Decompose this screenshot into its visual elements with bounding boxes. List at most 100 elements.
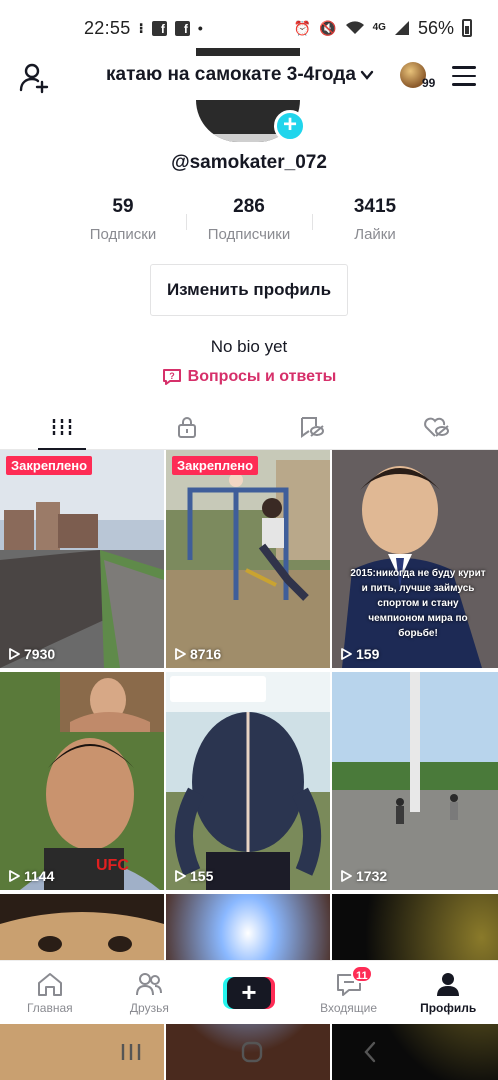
nav-label: Профиль — [420, 1000, 477, 1015]
views-value: 1144 — [24, 868, 55, 884]
friends-icon — [136, 972, 163, 995]
status-time: 22:55 — [84, 17, 131, 38]
pigtails-thumbnail — [166, 672, 330, 890]
play-icon — [341, 870, 352, 882]
nav-profile[interactable]: Профиль — [398, 961, 498, 1024]
tab-liked[interactable] — [374, 404, 498, 449]
svg-text:?: ? — [169, 371, 175, 381]
play-icon — [175, 648, 186, 660]
mute-icon: 🔇 — [319, 19, 337, 36]
tab-videos[interactable] — [0, 404, 125, 450]
profile-icon — [437, 972, 460, 996]
profile-tabs — [0, 404, 498, 450]
swing-thumbnail — [166, 450, 330, 668]
nav-label: Друзья — [129, 1000, 169, 1015]
wifi-icon — [345, 21, 364, 34]
qa-link[interactable]: ? Вопросы и ответы — [0, 368, 498, 386]
views-value: 155 — [190, 868, 214, 884]
views-count: 7930 — [8, 646, 55, 662]
lock-icon — [177, 416, 196, 438]
skatepark-thumbnail — [0, 450, 164, 668]
stat-value: 3415 — [353, 196, 397, 217]
views-value: 159 — [356, 646, 380, 662]
nav-label: Главная — [26, 1000, 73, 1015]
video-caption: 2015:никогда не буду курит и пить, лучше… — [350, 568, 486, 639]
views-value: 8716 — [190, 646, 222, 662]
field-thumbnail — [332, 672, 498, 890]
question-icon: ? — [162, 369, 181, 385]
qa-link-label: Вопросы и ответы — [187, 368, 337, 385]
stat-followers[interactable]: 286 Подписчики — [186, 196, 312, 243]
video-thumbnail[interactable]: 2015:никогда не буду курит и пить, лучше… — [332, 450, 498, 668]
nav-friends[interactable]: Друзья — [100, 961, 200, 1024]
views-count: 1144 — [8, 868, 54, 884]
coins-button[interactable]: 99 — [400, 62, 440, 94]
nav-home[interactable]: Главная — [0, 961, 100, 1024]
add-photo-button[interactable]: + — [274, 110, 306, 142]
svg-text:UFC: UFC — [96, 857, 129, 874]
nav-label: Входящие — [320, 1000, 378, 1015]
stat-following[interactable]: 59 Подписки — [60, 196, 186, 243]
views-count: 159 — [340, 646, 379, 662]
edit-profile-button[interactable]: Изменить профиль — [150, 264, 348, 316]
chevron-down-icon — [360, 70, 374, 80]
tab-favorites[interactable] — [249, 404, 374, 449]
heart-hidden-icon — [423, 417, 449, 437]
plus-icon: + — [226, 976, 271, 1009]
coin-count: 99 — [422, 76, 436, 90]
views-count: 1732 — [340, 868, 387, 884]
play-icon — [341, 648, 352, 660]
nav-inbox[interactable]: 11 Входящие — [299, 961, 399, 1024]
stat-label: Подписчики — [207, 226, 291, 243]
home-button-icon[interactable] — [241, 1041, 263, 1063]
play-icon — [9, 870, 20, 882]
inbox-badge: 11 — [350, 965, 373, 983]
notification-dot-icon: • — [197, 20, 203, 36]
account-switcher[interactable]: катаю на самокате 3-4года — [106, 64, 374, 86]
username: @samokater_072 — [171, 152, 327, 173]
facebook-icon: f — [174, 20, 190, 36]
alarm-icon: ⏰ — [293, 19, 312, 36]
views-value: 7930 — [24, 646, 56, 662]
pinned-badge: Закреплено — [6, 456, 93, 475]
video-thumbnail[interactable]: 155 — [166, 672, 330, 890]
steps-icon: ⁝ — [138, 19, 144, 36]
video-thumbnail[interactable]: Закреплено 7930 — [0, 450, 164, 668]
battery-percent: 56% — [417, 17, 454, 38]
views-count: 8716 — [174, 646, 221, 662]
views-value: 1732 — [356, 868, 388, 884]
signal-icon — [394, 21, 409, 35]
add-user-icon[interactable] — [18, 62, 50, 94]
video-thumbnail[interactable]: 1732 — [332, 672, 498, 890]
recent-apps-icon[interactable] — [120, 1042, 142, 1062]
video-thumbnail[interactable]: UFC 1144 — [0, 672, 164, 890]
views-count: 155 — [174, 868, 213, 884]
stat-value: 286 — [233, 196, 265, 217]
system-nav-bar — [0, 1024, 498, 1080]
bio: No bio yet — [210, 337, 288, 356]
profile-header: катаю на самокате 3-4года 99 — [0, 56, 498, 100]
ufc-selfie-thumbnail: UFC — [0, 672, 164, 890]
back-icon[interactable] — [362, 1041, 378, 1063]
grid-icon — [53, 418, 72, 435]
stat-label: Подписки — [89, 226, 157, 243]
nav-create[interactable]: + — [199, 961, 299, 1024]
profile-stats: 59 Подписки 286 Подписчики 3415 Лайки — [0, 196, 498, 243]
play-icon — [175, 870, 186, 882]
play-icon — [9, 648, 20, 660]
profile-name: катаю на самокате 3-4года — [106, 64, 356, 85]
bookmark-hidden-icon — [301, 416, 325, 438]
create-button[interactable]: + — [222, 976, 275, 1009]
video-thumbnail[interactable]: Закреплено 8716 — [166, 450, 330, 668]
tab-private[interactable] — [125, 404, 250, 449]
network-icon: 4G — [372, 22, 386, 33]
home-icon — [37, 972, 62, 996]
pinned-badge: Закреплено — [172, 456, 259, 475]
menu-icon[interactable] — [452, 66, 476, 86]
facebook-icon: f — [151, 20, 167, 36]
battery-icon — [462, 19, 472, 37]
stat-label: Лайки — [354, 226, 396, 243]
bottom-nav: Главная Друзья + 11 Входящие Профиль — [0, 960, 498, 1024]
stat-likes[interactable]: 3415 Лайки — [312, 196, 438, 243]
stat-value: 59 — [112, 196, 134, 217]
